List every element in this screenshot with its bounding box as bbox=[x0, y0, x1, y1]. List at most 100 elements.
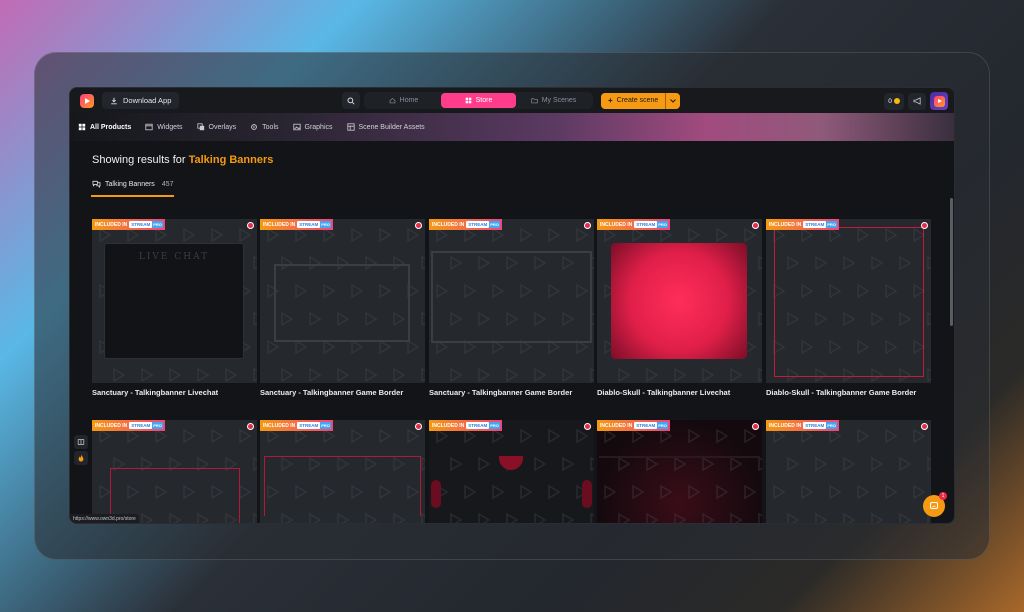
product-card[interactable]: INCLUDED IN STREAM PRO bbox=[597, 420, 762, 523]
play-pattern-mark bbox=[562, 456, 575, 472]
swiss-cross-icon bbox=[247, 222, 254, 229]
tab-label: Talking Banners bbox=[105, 180, 155, 188]
play-pattern-mark bbox=[351, 227, 364, 243]
own3d-logo-icon[interactable] bbox=[80, 93, 94, 108]
product-thumbnail: INCLUDED IN STREAM PRO bbox=[429, 420, 594, 523]
badge-text: INCLUDED IN bbox=[600, 221, 633, 228]
play-pattern-mark bbox=[927, 456, 931, 472]
play-pattern-mark bbox=[492, 428, 505, 444]
game-border-preview bbox=[431, 251, 592, 343]
create-scene-dropdown[interactable] bbox=[666, 93, 680, 109]
flame-icon bbox=[78, 454, 84, 462]
coin-balance[interactable]: 0 bbox=[884, 92, 904, 110]
product-card[interactable]: INCLUDED IN STREAM PRO Diablo-Skull - Talk… bbox=[766, 219, 931, 397]
product-card[interactable]: LIVE CHAT INCLUDED IN STREAM PRO Sanctuary… bbox=[92, 219, 257, 397]
play-pattern-mark bbox=[590, 456, 594, 472]
play-pattern-mark bbox=[211, 428, 224, 444]
nav-store[interactable]: Store bbox=[441, 93, 516, 108]
product-card[interactable]: INCLUDED IN STREAM PRO Diablo-Skull - Talk… bbox=[597, 219, 762, 397]
play-pattern-mark bbox=[674, 367, 687, 383]
widget-icon bbox=[145, 123, 153, 131]
category-label: Tools bbox=[262, 123, 279, 131]
play-pattern-mark bbox=[576, 428, 589, 444]
badge-pro-a: STREAM bbox=[297, 221, 321, 228]
right-horn-ornament bbox=[582, 480, 592, 508]
play-pattern-mark bbox=[323, 339, 336, 355]
play-pattern-mark bbox=[829, 484, 842, 500]
play-pattern-mark bbox=[295, 227, 308, 243]
play-pattern-mark bbox=[632, 428, 645, 444]
play-pattern-mark bbox=[506, 367, 519, 383]
included-badge: INCLUDED IN STREAM PRO bbox=[260, 420, 333, 431]
swiss-cross-icon bbox=[752, 222, 759, 229]
nav-home[interactable]: Home bbox=[366, 93, 441, 108]
play-pattern-mark bbox=[787, 512, 800, 523]
nav-my-scenes[interactable]: My Scenes bbox=[516, 93, 591, 108]
play-pattern-mark bbox=[758, 255, 762, 271]
play-pattern-mark bbox=[127, 428, 140, 444]
play-pattern-mark bbox=[478, 456, 491, 472]
play-pattern-mark bbox=[407, 227, 420, 243]
category-widgets[interactable]: Widgets bbox=[145, 123, 183, 131]
play-pattern-mark bbox=[548, 428, 561, 444]
category-overlays[interactable]: Overlays bbox=[196, 123, 236, 131]
product-card[interactable]: INCLUDED IN STREAM PRO Sanctuary - Talking… bbox=[260, 219, 425, 397]
create-scene-main[interactable]: + Create scene bbox=[601, 92, 667, 109]
category-scene-builder-assets[interactable]: Scene Builder Assets bbox=[346, 123, 425, 131]
play-pattern-mark bbox=[801, 428, 814, 444]
play-pattern-mark bbox=[323, 428, 336, 444]
support-chat-button[interactable]: 1 bbox=[923, 492, 947, 517]
badge-pro-b: PRO bbox=[826, 221, 837, 228]
product-card[interactable]: INCLUDED IN STREAM PRO Sanctuary - Talking… bbox=[429, 219, 594, 397]
play-pattern-mark bbox=[239, 428, 252, 444]
product-card[interactable]: INCLUDED IN STREAM PRO bbox=[429, 420, 594, 523]
scrollbar[interactable] bbox=[950, 198, 953, 326]
product-card[interactable]: INCLUDED IN STREAM PRO bbox=[766, 420, 931, 523]
badge-pro-b: PRO bbox=[826, 422, 837, 429]
play-pattern-mark bbox=[421, 311, 425, 327]
swiss-cross-icon bbox=[584, 222, 591, 229]
category-tools[interactable]: Tools bbox=[250, 123, 279, 131]
product-card[interactable]: INCLUDED IN STREAM PRO bbox=[260, 420, 425, 523]
play-pattern-mark bbox=[534, 367, 547, 383]
play-pattern-mark bbox=[815, 456, 828, 472]
download-app-button[interactable]: Download App bbox=[102, 92, 180, 109]
included-badge: INCLUDED IN STREAM PRO bbox=[766, 420, 839, 431]
product-thumbnail: LIVE CHAT INCLUDED IN STREAM PRO bbox=[92, 219, 257, 383]
announcements-button[interactable] bbox=[908, 92, 926, 110]
badge-pro-a: STREAM bbox=[466, 422, 490, 429]
top-bar: Download App Home Store My Scenes + Crea… bbox=[70, 88, 954, 113]
badge-pro-b: PRO bbox=[320, 221, 331, 228]
play-pattern-mark bbox=[730, 367, 743, 383]
create-scene-button[interactable]: + Create scene bbox=[601, 92, 681, 109]
search-button[interactable] bbox=[342, 92, 360, 109]
play-pattern-mark bbox=[267, 428, 280, 444]
search-icon bbox=[347, 96, 355, 105]
badge-text: INCLUDED IN bbox=[769, 422, 802, 429]
extension-button[interactable] bbox=[74, 451, 88, 465]
feedback-button[interactable] bbox=[74, 435, 88, 449]
category-all-products[interactable]: All Products bbox=[78, 123, 131, 131]
play-pattern-mark bbox=[141, 367, 154, 383]
user-avatar[interactable] bbox=[930, 92, 948, 110]
play-pattern-mark bbox=[239, 227, 252, 243]
included-badge: INCLUDED IN STREAM PRO bbox=[429, 420, 502, 431]
included-badge: INCLUDED IN STREAM PRO bbox=[92, 219, 165, 230]
play-pattern-mark bbox=[534, 512, 547, 523]
nav-store-label: Store bbox=[475, 97, 493, 104]
badge-pro-a: STREAM bbox=[634, 221, 658, 228]
game-border-red-preview bbox=[264, 456, 421, 516]
play-pattern-mark bbox=[295, 428, 308, 444]
badge-pro-b: PRO bbox=[657, 422, 668, 429]
badge-pro-b: PRO bbox=[152, 221, 163, 228]
play-pattern-mark bbox=[253, 311, 257, 327]
play-pattern-mark bbox=[576, 227, 589, 243]
category-graphics[interactable]: Graphics bbox=[292, 123, 333, 131]
tab-talking-banners[interactable]: Talking Banners 457 bbox=[92, 180, 174, 188]
play-pattern-mark bbox=[351, 428, 364, 444]
play-pattern-mark bbox=[744, 428, 757, 444]
product-card[interactable]: INCLUDED IN STREAM PRO bbox=[92, 420, 257, 523]
coin-count: 0 bbox=[888, 97, 892, 105]
play-pattern-mark bbox=[253, 456, 257, 472]
product-thumbnail: INCLUDED IN STREAM PRO bbox=[766, 420, 931, 523]
